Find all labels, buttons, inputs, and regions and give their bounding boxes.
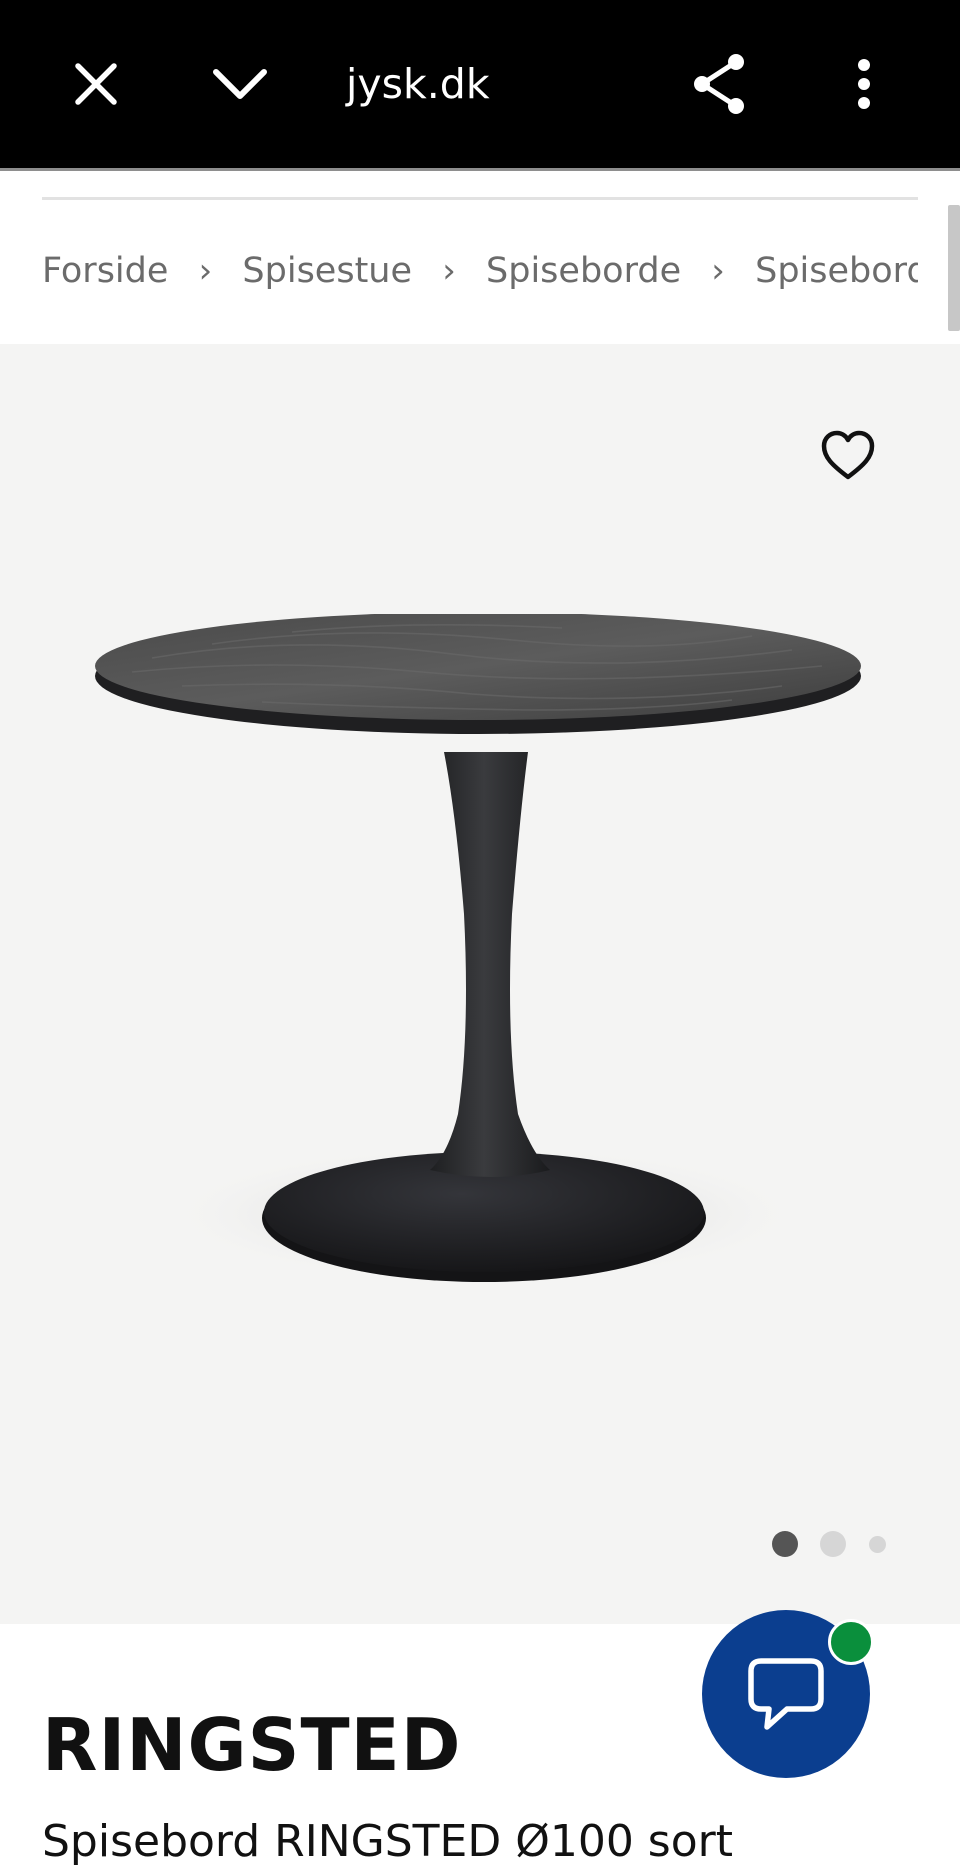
breadcrumb-section: Forside › Spisestue › Spiseborde › Spisebord R… bbox=[0, 171, 960, 344]
url-text[interactable]: jysk.dk bbox=[346, 54, 490, 114]
close-icon[interactable] bbox=[56, 44, 136, 124]
chevron-right-icon: › bbox=[711, 251, 725, 291]
heart-outline-icon[interactable] bbox=[820, 428, 876, 484]
pagination-dot-active[interactable] bbox=[772, 1531, 798, 1557]
share-icon[interactable] bbox=[680, 44, 760, 124]
product-gallery[interactable] bbox=[0, 344, 960, 1624]
breadcrumb: Forside › Spisestue › Spiseborde › Spisebord R… bbox=[42, 241, 918, 301]
product-subtitle: Spisebord RINGSTED Ø100 sort bbox=[42, 1816, 733, 1867]
online-status-badge bbox=[828, 1619, 874, 1665]
chevron-right-icon: › bbox=[442, 251, 456, 291]
pagination-dot[interactable] bbox=[869, 1536, 886, 1553]
breadcrumb-item-spisestue[interactable]: Spisestue bbox=[242, 251, 412, 291]
breadcrumb-item-current: Spisebord RINGSTED Ø100 sort bbox=[755, 251, 918, 291]
scrollbar[interactable] bbox=[948, 205, 960, 331]
chevron-right-icon: › bbox=[198, 251, 213, 291]
more-vert-icon[interactable] bbox=[824, 44, 904, 124]
breadcrumb-item-forside[interactable]: Forside bbox=[42, 251, 168, 291]
breadcrumb-item-spiseborde[interactable]: Spiseborde bbox=[486, 251, 681, 291]
browser-toolbar: jysk.dk bbox=[0, 0, 960, 168]
chevron-down-icon[interactable] bbox=[200, 44, 280, 124]
product-title: RINGSTED bbox=[42, 1703, 462, 1787]
pagination-dot[interactable] bbox=[820, 1531, 846, 1557]
chat-bubble-icon bbox=[748, 1658, 824, 1730]
product-image bbox=[95, 614, 861, 1284]
divider bbox=[42, 197, 918, 200]
